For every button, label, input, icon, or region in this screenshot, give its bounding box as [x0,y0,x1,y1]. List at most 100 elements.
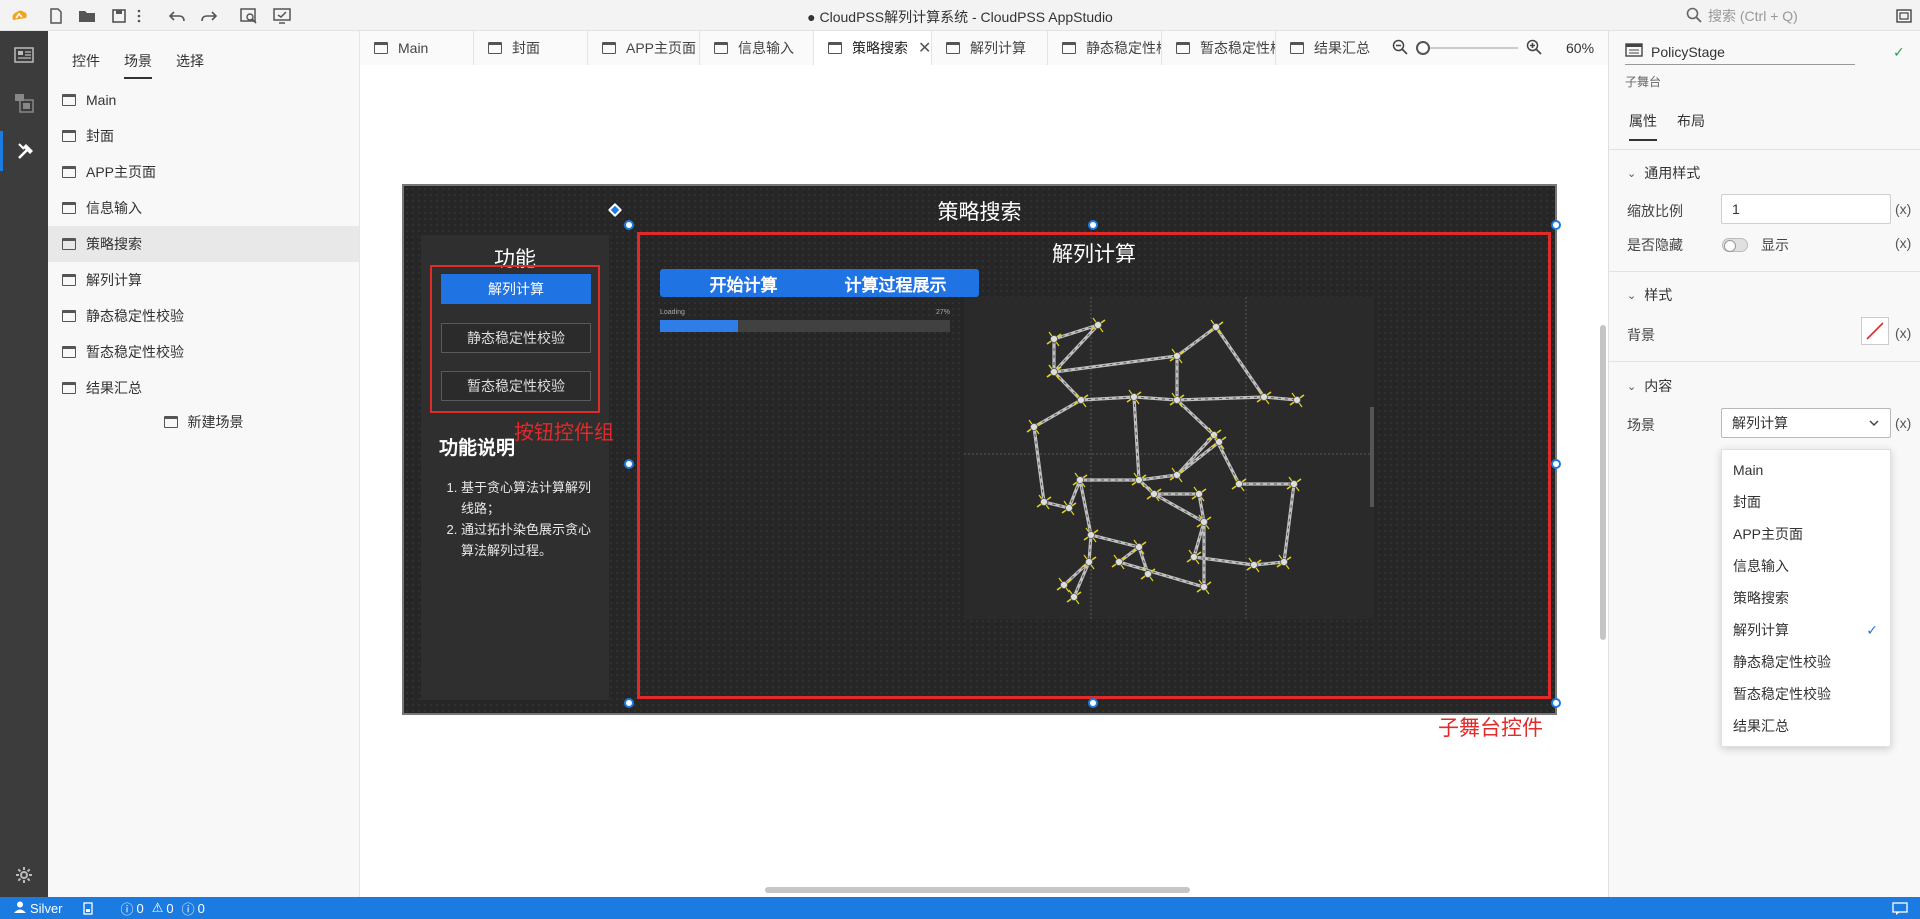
resize-handle[interactable] [1088,698,1098,708]
scene-item-info-input[interactable]: 信息输入 [48,190,359,226]
scene-expression-toggle[interactable]: (x) [1895,415,1911,431]
transient-stability-button[interactable]: 暂态稳定性校验 [441,371,591,401]
zoom-out-icon[interactable] [1392,39,1408,58]
tab-selection[interactable]: 选择 [164,51,216,79]
app-window: ● CloudPSS解列计算系统 - CloudPSS AppStudio 搜索… [0,0,1920,919]
canvas-horizontal-scrollbar[interactable] [765,887,1190,893]
component-name[interactable]: PolicyStage [1651,44,1725,60]
design-tools-icon[interactable] [0,131,48,171]
dropdown-option-strategy-search[interactable]: 策略搜索 [1722,582,1890,614]
scene-select[interactable]: 解列计算 [1721,408,1891,438]
scene-window-icon [62,310,76,322]
section-content[interactable]: ⌄ 内容 [1627,376,1672,396]
tab-scenes[interactable]: 场景 [112,51,164,79]
process-display-button[interactable]: 计算过程展示 [812,269,979,297]
fullscreen-icon[interactable] [1893,5,1915,27]
tab-window-icon [714,42,728,54]
warning-count[interactable]: ⚠ 0 [152,900,174,916]
scene-item-cover[interactable]: 封面 [48,118,359,154]
user-indicator[interactable]: Silver [14,901,63,916]
hidden-toggle[interactable] [1722,238,1748,252]
tab-layout[interactable]: 布局 [1667,111,1715,141]
doc-tab-app-home[interactable]: APP主页面 [588,31,700,65]
doc-tab-transient-stability[interactable]: 暂态稳定性校 [1162,31,1276,65]
scene-item-static-stability[interactable]: 静态稳定性校验 [48,298,359,334]
dropdown-option-label: 暂态稳定性校验 [1733,686,1831,702]
resources-icon[interactable] [0,83,48,123]
canvas-vertical-scrollbar[interactable] [1600,325,1606,640]
dropdown-option-cover[interactable]: 封面 [1722,486,1890,518]
scale-expression-toggle[interactable]: (x) [1895,201,1911,217]
section-style[interactable]: ⌄ 样式 [1627,285,1672,305]
doc-tab-info-input[interactable]: 信息输入 [700,31,814,65]
device-icon[interactable] [82,901,93,915]
substage-control[interactable]: 解列计算 开始计算 计算过程展示 Loading 27% [637,232,1551,699]
background-expression-toggle[interactable]: (x) [1895,325,1911,341]
dropdown-option-splitting-calc[interactable]: 解列计算 ✓ [1722,614,1890,646]
dropdown-option-label: 封面 [1733,494,1761,510]
scene-dropdown: Main 封面 APP主页面 信息输入 策略搜索 解列计算 ✓ 静态稳定性校验 暂… [1721,449,1891,747]
info-count[interactable]: ⓘ 0 [182,899,205,918]
zoom-slider-thumb[interactable] [1416,41,1430,55]
background-color-swatch[interactable] [1861,317,1889,345]
settings-gear-icon[interactable] [0,855,48,895]
start-calc-button[interactable]: 开始计算 [660,269,827,297]
resize-handle[interactable] [1551,459,1561,469]
global-search[interactable]: 搜索 (Ctrl + Q) [1686,5,1896,27]
chevron-down-icon: ⌄ [1627,380,1637,393]
scene-list: Main 封面 APP主页面 信息输入 策略搜索 解列计算 静态稳定性校验 暂态… [48,82,359,438]
tab-properties[interactable]: 属性 [1619,111,1667,141]
policy-stage-preview[interactable]: 策略搜索 功能 解列计算 静态稳定性校验 暂态稳定性校验 功能说明 基于贪心算法… [402,184,1557,715]
section-general-style[interactable]: ⌄ 通用样式 [1627,163,1700,183]
scene-item-strategy-search[interactable]: 策略搜索 [48,226,359,262]
new-scene-button[interactable]: 新建场景 [48,406,359,438]
scene-item-app-home[interactable]: APP主页面 [48,154,359,190]
scene-item-splitting-calc[interactable]: 解列计算 [48,262,359,298]
doc-tab-main[interactable]: Main [360,31,474,65]
scene-item-transient-stability[interactable]: 暂态稳定性校验 [48,334,359,370]
resize-handle[interactable] [624,698,634,708]
layout-view-icon[interactable] [0,35,48,75]
feedback-icon[interactable] [1892,901,1908,915]
dropdown-option-transient-stability[interactable]: 暂态稳定性校验 [1722,678,1890,710]
resize-handle[interactable] [624,459,634,469]
resize-handle[interactable] [624,220,634,230]
dropdown-option-info-input[interactable]: 信息输入 [1722,550,1890,582]
scene-select-value: 解列计算 [1732,415,1788,431]
doc-tab-cover[interactable]: 封面 [474,31,588,65]
scene-item-results[interactable]: 结果汇总 [48,370,359,406]
zoom-in-icon[interactable] [1526,39,1542,58]
confirm-check-icon[interactable]: ✓ [1893,44,1905,61]
tab-window-icon [1290,42,1304,54]
error-count[interactable]: ⓘ 0 [121,899,144,918]
splitting-calc-button[interactable]: 解列计算 [441,274,591,304]
warning-count-value: 0 [166,900,174,916]
tab-window-icon [1062,42,1076,54]
hidden-expression-toggle[interactable]: (x) [1895,235,1911,251]
doc-tab-label: 结果汇总 [1314,40,1370,56]
scale-input[interactable]: 1 [1721,194,1891,224]
doc-tab-splitting-calc[interactable]: 解列计算 [932,31,1048,65]
scene-item-main[interactable]: Main [48,82,359,118]
dropdown-option-static-stability[interactable]: 静态稳定性校验 [1722,646,1890,678]
progress-percent: 27% [936,309,951,316]
doc-tab-results[interactable]: 结果汇总 [1276,31,1390,65]
dropdown-option-results[interactable]: 结果汇总 [1722,710,1890,742]
resize-handle[interactable] [1551,698,1561,708]
zoom-slider[interactable] [1416,41,1518,55]
topology-graph[interactable] [964,297,1374,619]
doc-tab-strategy-search[interactable]: 策略搜索 ✕ [814,31,932,65]
button-group[interactable]: 解列计算 静态稳定性校验 暂态稳定性校验 [430,265,600,413]
function-panel: 功能 解列计算 静态稳定性校验 暂态稳定性校验 功能说明 基于贪心算法计算解列线… [421,235,609,700]
resize-handle[interactable] [1551,220,1561,230]
close-icon[interactable]: ✕ [918,38,931,58]
divider [1609,361,1920,362]
doc-tab-static-stability[interactable]: 静态稳定性校 [1048,31,1162,65]
scene-item-label: 策略搜索 [86,236,142,252]
static-stability-button[interactable]: 静态稳定性校验 [441,323,591,353]
dropdown-option-app-home[interactable]: APP主页面 [1722,518,1890,550]
dropdown-option-main[interactable]: Main [1722,454,1890,486]
graph-scrollbar[interactable] [1370,407,1374,507]
resize-handle[interactable] [1088,220,1098,230]
tab-controls[interactable]: 控件 [60,51,112,79]
